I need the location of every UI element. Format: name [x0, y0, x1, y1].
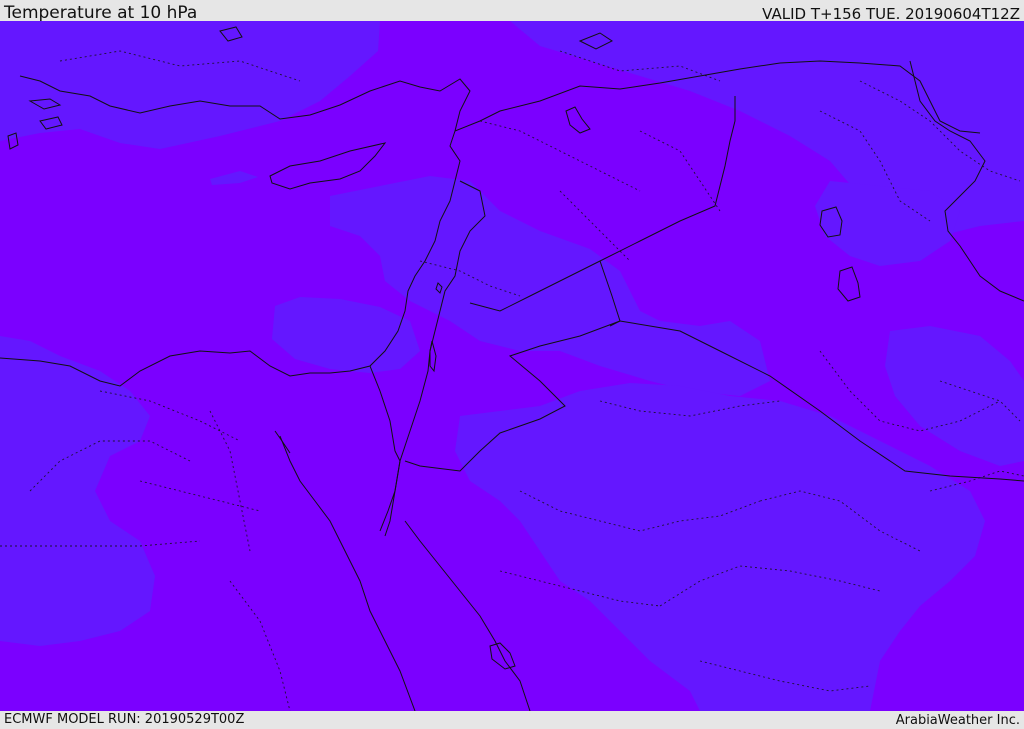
- model-run-label: ECMWF MODEL RUN: 20190529T00Z: [4, 712, 245, 727]
- map-canvas[interactable]: [0, 21, 1024, 711]
- map-footer: ECMWF MODEL RUN: 20190529T00Z ArabiaWeat…: [0, 711, 1024, 729]
- map-header: Temperature at 10 hPa VALID T+156 TUE. 2…: [0, 0, 1024, 23]
- weather-map-frame: Temperature at 10 hPa VALID T+156 TUE. 2…: [0, 0, 1024, 729]
- credit-label: ArabiaWeather Inc.: [895, 713, 1020, 728]
- map-svg: [0, 21, 1024, 711]
